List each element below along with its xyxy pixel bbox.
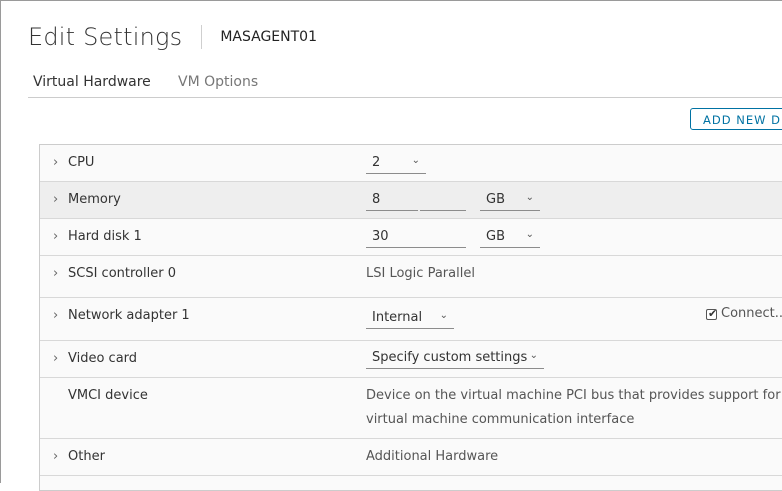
title-divider xyxy=(201,25,203,49)
chevron-down-icon: ⌄ xyxy=(525,229,534,240)
vmci-description-line-2: virtual machine communication interface xyxy=(366,412,635,427)
row-label: SCSI controller 0 xyxy=(68,266,176,281)
select-value: GB xyxy=(486,229,505,244)
hardware-row-scsi-controller: › SCSI controller 0 LSI Logic Parallel xyxy=(40,256,782,298)
row-label: Network adapter 1 xyxy=(68,308,190,323)
tab-vm-options[interactable]: VM Options xyxy=(173,73,263,97)
row-label: Memory xyxy=(68,192,121,207)
hard-disk-size-input[interactable]: 30 xyxy=(366,228,466,248)
hardware-row-cpu: › CPU 2 ⌄ xyxy=(40,145,782,182)
chevron-down-icon: ⌄ xyxy=(529,350,538,361)
select-value: Internal xyxy=(372,310,423,325)
chevron-right-icon[interactable]: › xyxy=(53,155,58,170)
select-value: GB xyxy=(486,192,505,207)
select-value: Specify custom settings xyxy=(372,350,528,365)
row-label: Hard disk 1 xyxy=(68,229,142,244)
tab-bar: Virtual Hardware VM Options xyxy=(28,71,782,98)
edit-settings-dialog: Edit Settings MASAGENT01 Virtual Hardwar… xyxy=(0,0,782,491)
scsi-controller-type: LSI Logic Parallel xyxy=(366,266,475,281)
chevron-right-icon[interactable]: › xyxy=(53,229,58,244)
hardware-row-video-card: › Video card Specify custom settings ⌄ xyxy=(40,341,782,378)
chevron-right-icon[interactable]: › xyxy=(53,449,58,464)
connect-checkbox[interactable]: ✔ xyxy=(706,307,718,320)
cpu-count-select[interactable]: 2 ⌄ xyxy=(366,154,426,174)
other-hardware-value: Additional Hardware xyxy=(366,449,499,464)
add-new-device-button[interactable]: ADD NEW DEVICE xyxy=(690,108,782,130)
chevron-right-icon[interactable]: › xyxy=(53,308,58,323)
select-value: 2 xyxy=(372,155,381,170)
hardware-row-other: › Other Additional Hardware xyxy=(40,439,782,476)
hardware-row-hard-disk: › Hard disk 1 30 GB ⌄ xyxy=(40,219,782,256)
row-label: Other xyxy=(68,449,105,464)
memory-size-input[interactable]: 8 xyxy=(366,191,418,211)
hardware-grid: › CPU 2 ⌄ › Memory 8 GB ⌄ › Hard disk 1 xyxy=(39,144,782,491)
vm-name: MASAGENT01 xyxy=(220,29,317,45)
chevron-right-icon[interactable]: › xyxy=(53,192,58,207)
hard-disk-unit-select[interactable]: GB ⌄ xyxy=(480,228,540,248)
row-label: CPU xyxy=(68,155,95,170)
chevron-down-icon: ⌄ xyxy=(525,192,534,203)
chevron-right-icon[interactable]: › xyxy=(53,266,58,281)
memory-size-input-extension[interactable] xyxy=(420,191,466,211)
input-value: 30 xyxy=(372,229,389,244)
checkmark-icon: ✔ xyxy=(708,307,718,320)
chevron-right-icon[interactable]: › xyxy=(53,351,58,366)
hardware-row-network-adapter: › Network adapter 1 Internal ⌄ ✔ Connect… xyxy=(40,298,782,341)
connect-label: Connect... xyxy=(721,306,782,321)
dialog-title: Edit Settings xyxy=(28,23,183,51)
vmci-description-line-1: Device on the virtual machine PCI bus th… xyxy=(366,388,782,403)
network-select[interactable]: Internal ⌄ xyxy=(366,309,454,329)
chevron-down-icon: ⌄ xyxy=(439,310,448,321)
chevron-down-icon: ⌄ xyxy=(411,155,420,166)
hardware-row-memory: › Memory 8 GB ⌄ xyxy=(40,182,782,219)
row-label: Video card xyxy=(68,351,138,366)
memory-unit-select[interactable]: GB ⌄ xyxy=(480,191,540,211)
dialog-header: Edit Settings MASAGENT01 xyxy=(28,23,317,51)
row-label: VMCI device xyxy=(68,388,148,403)
hardware-row-vmci-device: VMCI device Device on the virtual machin… xyxy=(40,378,782,439)
tab-virtual-hardware[interactable]: Virtual Hardware xyxy=(28,73,156,97)
input-value: 8 xyxy=(372,192,381,207)
video-card-settings-select[interactable]: Specify custom settings ⌄ xyxy=(366,349,544,369)
